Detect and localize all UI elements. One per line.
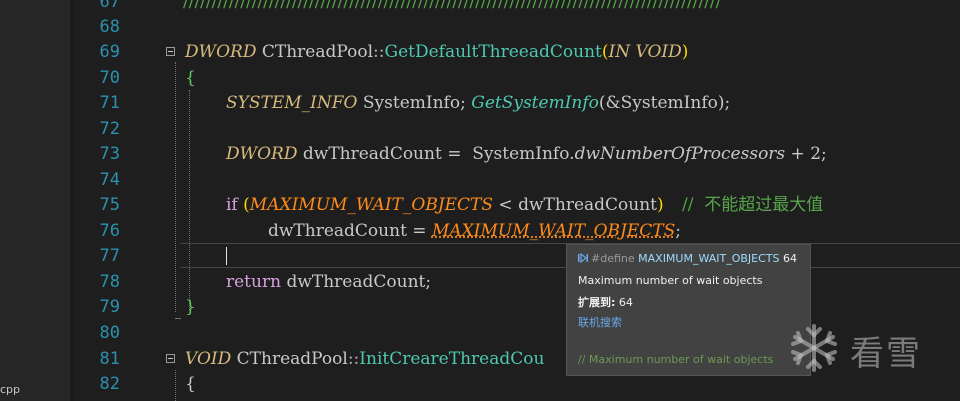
macro-icon: [578, 252, 588, 264]
code-text: if (MAXIMUM_WAIT_OBJECTS < dwThreadCount…: [226, 195, 664, 215]
code-line[interactable]: 72: [0, 117, 960, 142]
line-number: 81: [99, 349, 120, 369]
text-caret: [226, 247, 227, 265]
separator-comment: ////////////////////////////////////////…: [183, 0, 722, 12]
code-text: DWORD dwThreadCount = SystemInfo.dwNumbe…: [226, 144, 827, 164]
line-number: 79: [99, 297, 120, 317]
line-number: 77: [99, 246, 120, 266]
watermark-text: 看雪: [850, 334, 922, 374]
code-line[interactable]: 68: [0, 15, 960, 40]
tooltip-description: Maximum number of wait objects: [578, 274, 763, 287]
line-number: 70: [99, 68, 120, 88]
code-text: SYSTEM_INFO SystemInfo; GetSystemInfo(&S…: [226, 93, 731, 113]
online-search-link[interactable]: 联机搜索: [578, 314, 622, 330]
code-line[interactable]: 74: [0, 168, 960, 193]
line-number: 69: [99, 42, 120, 62]
snowflake-icon: [791, 324, 837, 372]
line-number: 67: [99, 0, 120, 12]
line-number: 80: [99, 323, 120, 343]
line-number: 82: [99, 374, 120, 394]
line-number: 73: [99, 144, 120, 164]
code-line[interactable]: 71 SYSTEM_INFO SystemInfo; GetSystemInfo…: [0, 91, 960, 116]
code-line[interactable]: 78 return dwThreadCount;: [0, 270, 960, 295]
tooltip-expansion: 扩展到: 64: [578, 296, 633, 309]
code-text: dwThreadCount = MAXIMUM_WAIT_OBJECTS;: [268, 221, 681, 241]
line-number: 68: [99, 17, 120, 37]
code-line[interactable]: 79 }: [0, 295, 960, 320]
tooltip-signature: #define MAXIMUM_WAIT_OBJECTS 64: [578, 252, 797, 265]
code-line[interactable]: 73 DWORD dwThreadCount = SystemInfo.dwNu…: [0, 142, 960, 167]
code-line[interactable]: 76 dwThreadCount = MAXIMUM_WAIT_OBJECTS;: [0, 219, 960, 244]
function-signature: VOID CThreadPool::InitCreareThreadCou: [185, 349, 545, 369]
line-number: 78: [99, 272, 120, 292]
line-number: 72: [99, 119, 120, 139]
close-brace: }: [185, 297, 196, 317]
function-signature: DWORD CThreadPool::GetDefaultThreeadCoun…: [185, 42, 689, 62]
quick-info-tooltip: #define MAXIMUM_WAIT_OBJECTS 64 Maximum …: [566, 244, 811, 376]
code-line[interactable]: 75 if (MAXIMUM_WAIT_OBJECTS < dwThreadCo…: [0, 193, 960, 218]
watermark: 看雪: [788, 320, 958, 380]
code-line[interactable]: 67 /////////////////////////////////////…: [0, 0, 960, 15]
code-line[interactable]: 69 DWORD CThreadPool::GetDefaultThreeadC…: [0, 40, 960, 65]
code-line-current[interactable]: 77: [0, 244, 960, 269]
open-brace: {: [185, 374, 196, 394]
tooltip-source-comment: // Maximum number of wait objects: [578, 353, 774, 366]
open-brace: {: [185, 68, 196, 88]
code-line[interactable]: 70 {: [0, 66, 960, 91]
code-text: return dwThreadCount;: [226, 272, 432, 292]
inline-comment: // 不能超过最大值: [682, 195, 824, 215]
line-number: 76: [99, 221, 120, 241]
line-number: 74: [99, 170, 120, 190]
line-number: 71: [99, 93, 120, 113]
line-number: 75: [99, 195, 120, 215]
